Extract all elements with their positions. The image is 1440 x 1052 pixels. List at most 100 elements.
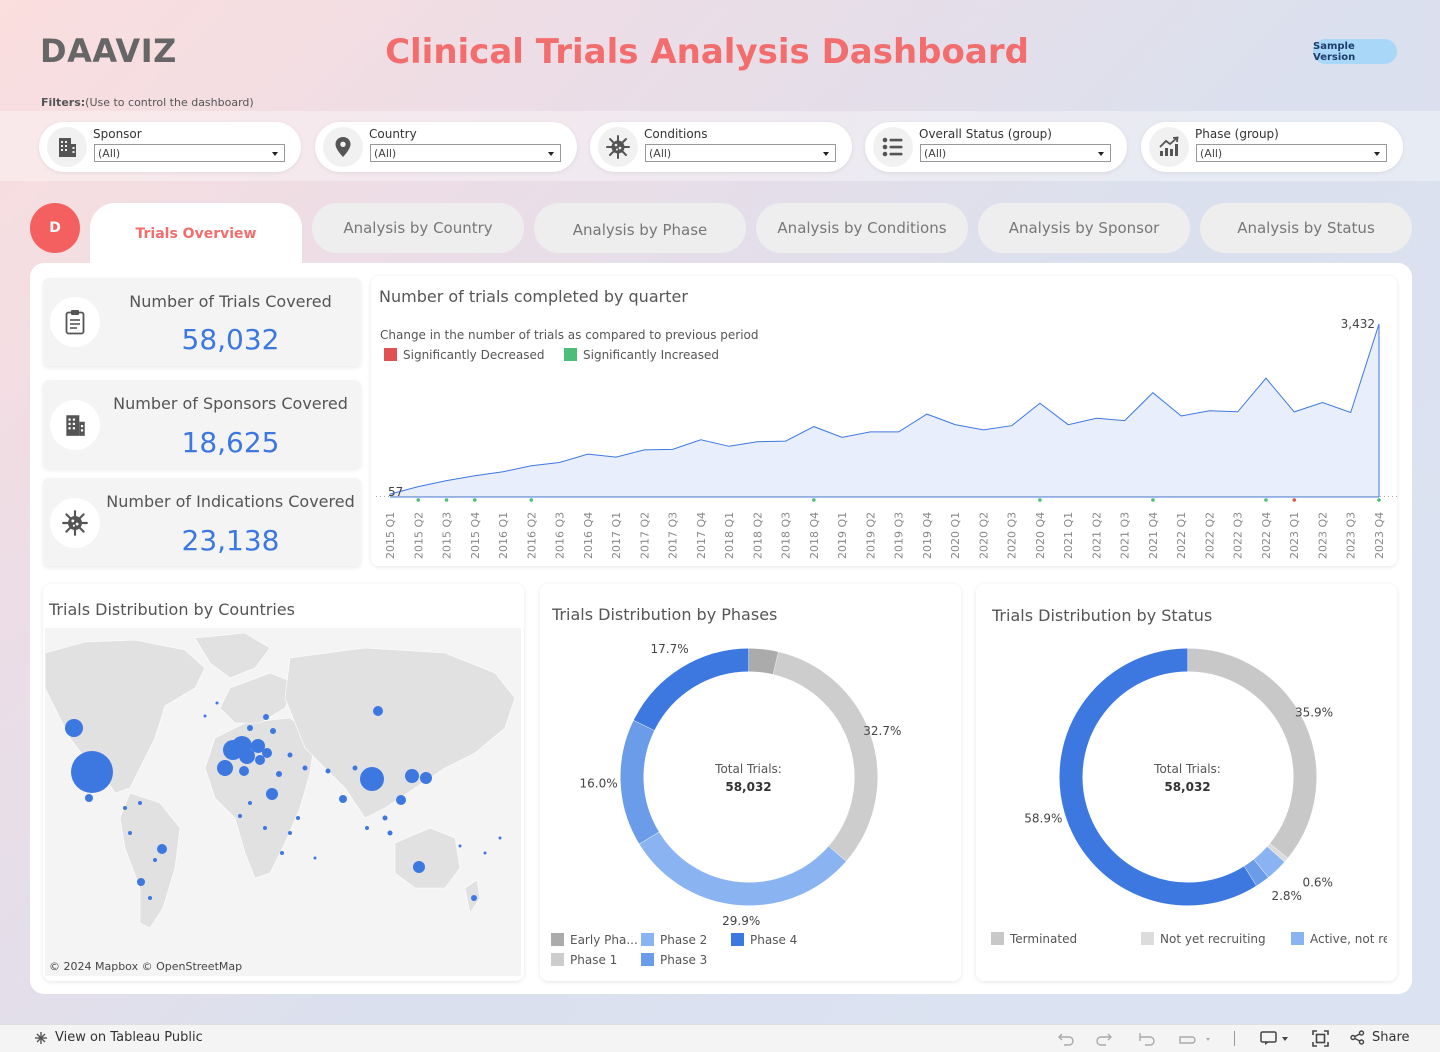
filter-label: Sponsor xyxy=(93,127,142,141)
donut-slice xyxy=(644,660,749,725)
legend-label: Phase 1 xyxy=(570,953,617,967)
donut-slice xyxy=(749,660,776,663)
legend-item: Early Pha... xyxy=(551,933,638,947)
change-marker xyxy=(529,498,533,502)
kpi-value: 23,138 xyxy=(103,524,358,557)
x-tick-label: 2017 Q2 xyxy=(638,512,651,559)
tab-analysis-by-country[interactable]: Analysis by Country xyxy=(312,203,524,253)
filters-hint: (Use to control the dashboard) xyxy=(85,96,254,109)
legend-swatch xyxy=(1291,932,1304,945)
x-tick-label: 2022 Q3 xyxy=(1232,512,1245,559)
share-button[interactable]: Share xyxy=(1350,1030,1410,1045)
filter-sponsor: Sponsor (All) xyxy=(39,122,301,172)
map-card: Trials Distribution by Countries xyxy=(43,584,524,981)
tab-analysis-by-sponsor[interactable]: Analysis by Sponsor xyxy=(978,203,1190,253)
virus-icon xyxy=(50,498,100,548)
point-label: 57 xyxy=(388,485,403,499)
view-on-tableau-link[interactable]: View on Tableau Public xyxy=(34,1030,203,1045)
building-icon xyxy=(47,127,87,167)
legend-swatch xyxy=(641,933,654,946)
filter-label: Phase (group) xyxy=(1195,127,1279,141)
quarter-chart-card: Number of trials completed by quarter Ch… xyxy=(371,276,1397,566)
legend-item: Phase 1 xyxy=(551,953,617,967)
tab-analysis-by-conditions[interactable]: Analysis by Conditions xyxy=(756,203,968,253)
location-pin-icon xyxy=(323,127,363,167)
select-value: (All) xyxy=(374,147,396,160)
country-select[interactable]: (All) xyxy=(370,144,561,162)
x-tick-label: 2016 Q3 xyxy=(554,512,567,559)
undo-redo-icons xyxy=(1058,1031,1218,1047)
x-tick-label: 2017 Q1 xyxy=(610,512,623,559)
donut-slice xyxy=(776,663,866,854)
legend-swatch xyxy=(641,953,654,966)
x-tick-label: 2018 Q4 xyxy=(808,512,821,559)
legend-label: Not yet recruiting xyxy=(1160,932,1266,946)
kpi-title: Number of Trials Covered xyxy=(103,292,358,311)
legend-label: Early Pha... xyxy=(570,933,638,947)
status-center-value: 58,032 xyxy=(1154,780,1221,794)
filter-country: Country (All) xyxy=(315,122,577,172)
legend-item: Phase 4 xyxy=(731,933,797,947)
map-attribution[interactable]: © 2024 Mapbox © OpenStreetMap xyxy=(49,960,242,973)
x-tick-label: 2015 Q3 xyxy=(441,512,454,559)
x-tick-label: 2022 Q4 xyxy=(1260,512,1273,559)
select-value: (All) xyxy=(924,147,946,160)
x-tick-label: 2020 Q4 xyxy=(1034,512,1047,559)
view-on-tableau-label: View on Tableau Public xyxy=(55,1030,203,1045)
status-card: Trials Distribution by Status 35.9%0.6%2… xyxy=(976,584,1397,981)
change-marker xyxy=(812,498,816,502)
change-marker xyxy=(445,498,449,502)
legend-label: Phase 4 xyxy=(750,933,797,947)
legend-label: Phase 3 xyxy=(660,953,707,967)
status-select[interactable]: (All) xyxy=(920,144,1111,162)
donut-slice xyxy=(1188,660,1305,851)
building-icon xyxy=(50,400,100,450)
phases-title: Trials Distribution by Phases xyxy=(552,605,777,624)
point-label: 3,432 xyxy=(1341,317,1375,331)
tab-analysis-by-status[interactable]: Analysis by Status xyxy=(1200,203,1412,253)
phases-card: Trials Distribution by Phases 3.7%32.7%2… xyxy=(540,584,961,981)
list-icon xyxy=(873,127,913,167)
x-tick-label: 2021 Q4 xyxy=(1147,512,1160,559)
world-map[interactable] xyxy=(45,628,521,976)
donut-slice xyxy=(649,838,837,894)
chevron-down-icon xyxy=(548,152,554,156)
x-tick-label: 2022 Q1 xyxy=(1175,512,1188,559)
trend-chart-icon xyxy=(1149,127,1189,167)
phase-select[interactable]: (All) xyxy=(1196,144,1387,162)
legend-label: Terminated xyxy=(1010,932,1077,946)
x-tick-label: 2015 Q1 xyxy=(384,512,397,559)
conditions-select[interactable]: (All) xyxy=(645,144,836,162)
sponsor-select[interactable]: (All) xyxy=(94,144,285,162)
legend-label: Active, not re xyxy=(1310,932,1387,946)
chevron-down-icon xyxy=(1098,152,1104,156)
x-tick-label: 2020 Q1 xyxy=(949,512,962,559)
filter-phase: Phase (group) (All) xyxy=(1141,122,1403,172)
filter-overall-status: Overall Status (group) (All) xyxy=(865,122,1127,172)
x-tick-label: 2023 Q1 xyxy=(1288,512,1301,559)
virus-icon xyxy=(598,127,638,167)
select-value: (All) xyxy=(98,147,120,160)
select-value: (All) xyxy=(1200,147,1222,160)
legend-swatch xyxy=(1141,932,1154,945)
kpi-title: Number of Indications Covered xyxy=(103,492,358,511)
legend-swatch xyxy=(551,933,564,946)
tab-trials-overview[interactable]: Trials Overview xyxy=(90,203,302,265)
tab-analysis-by-phase[interactable]: Analysis by Phase xyxy=(534,203,746,253)
slice-label: 16.0% xyxy=(580,777,618,791)
filters-label-strong: Filters: xyxy=(41,96,85,109)
avatar[interactable]: D xyxy=(30,203,80,253)
legend-swatch xyxy=(991,932,1004,945)
x-tick-label: 2019 Q4 xyxy=(921,512,934,559)
phases-center-value: 58,032 xyxy=(715,780,782,794)
fullscreen-icon[interactable] xyxy=(1312,1030,1329,1047)
area-fill xyxy=(390,324,1379,497)
x-tick-label: 2016 Q1 xyxy=(497,512,510,559)
comment-icon[interactable] xyxy=(1260,1030,1290,1046)
x-tick-label: 2023 Q4 xyxy=(1373,512,1386,559)
kpi-value: 58,032 xyxy=(103,323,358,356)
filters-label: Filters:(Use to control the dashboard) xyxy=(41,96,254,109)
x-tick-label: 2019 Q3 xyxy=(893,512,906,559)
kpi-trials: Number of Trials Covered 58,032 xyxy=(43,278,361,366)
x-tick-label: 2020 Q3 xyxy=(1006,512,1019,559)
